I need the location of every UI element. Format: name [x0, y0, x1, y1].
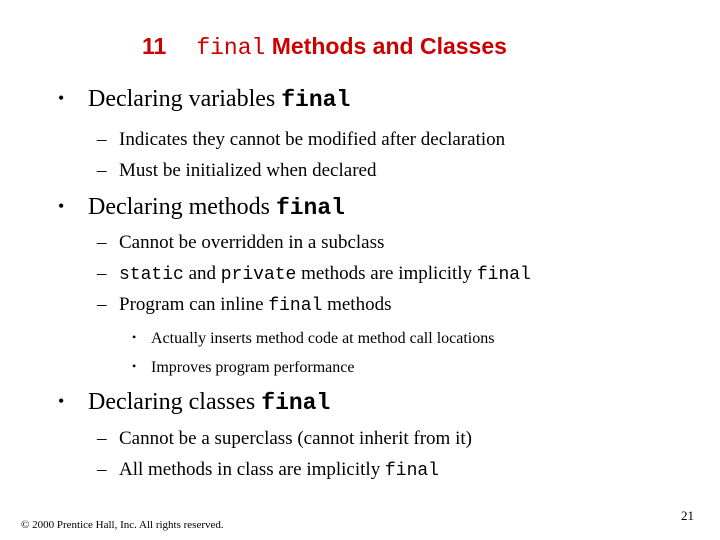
sub-sub-item: • Actually inserts method code at method … — [132, 330, 495, 347]
slide-title: 11 final Methods and Classes — [142, 33, 507, 61]
dash-icon: – — [97, 160, 107, 181]
sub-item: – static and private methods are implicit… — [97, 263, 531, 285]
dash-icon: – — [97, 459, 107, 480]
code-keyword: final — [268, 296, 323, 316]
bullet-variables: • Declaring variables final — [58, 86, 351, 113]
page-number: 21 — [681, 508, 694, 523]
dash-icon: – — [97, 263, 107, 284]
dash-icon: – — [97, 428, 107, 449]
bullet-icon: • — [58, 195, 65, 216]
bullet-classes: • Declaring classes final — [58, 389, 331, 416]
bullet-icon: • — [58, 390, 65, 411]
sub-item: – Program can inline final methods — [97, 294, 392, 316]
code-keyword: final — [275, 195, 345, 221]
sub-item: – Cannot be a superclass (cannot inherit … — [97, 428, 472, 449]
code-keyword: private — [220, 265, 297, 285]
section-number: 11 — [142, 33, 167, 59]
code-keyword: final — [384, 461, 439, 481]
bullet-methods: • Declaring methods final — [58, 194, 345, 221]
sub-item: – Indicates they cannot be modified after… — [97, 129, 506, 150]
copyright-footer: © 2000 Prentice Hall, Inc. All rights re… — [21, 519, 224, 531]
title-text: Methods and Classes — [271, 33, 507, 59]
title-code: final — [196, 35, 266, 61]
code-keyword: final — [261, 390, 331, 416]
code-keyword: final — [281, 87, 351, 113]
dash-icon: – — [97, 232, 107, 253]
sub-item: – Cannot be overridden in a subclass — [97, 232, 385, 253]
bullet-icon: • — [132, 330, 137, 344]
code-keyword: final — [476, 265, 531, 285]
dash-icon: – — [97, 294, 107, 315]
dash-icon: – — [97, 129, 107, 150]
bullet-icon: • — [132, 359, 137, 373]
sub-sub-item: • Improves program performance — [132, 359, 355, 376]
sub-item: – Must be initialized when declared — [97, 160, 377, 181]
sub-item: – All methods in class are implicitly fin… — [97, 459, 439, 481]
code-keyword: static — [119, 265, 184, 285]
bullet-icon: • — [58, 87, 65, 108]
